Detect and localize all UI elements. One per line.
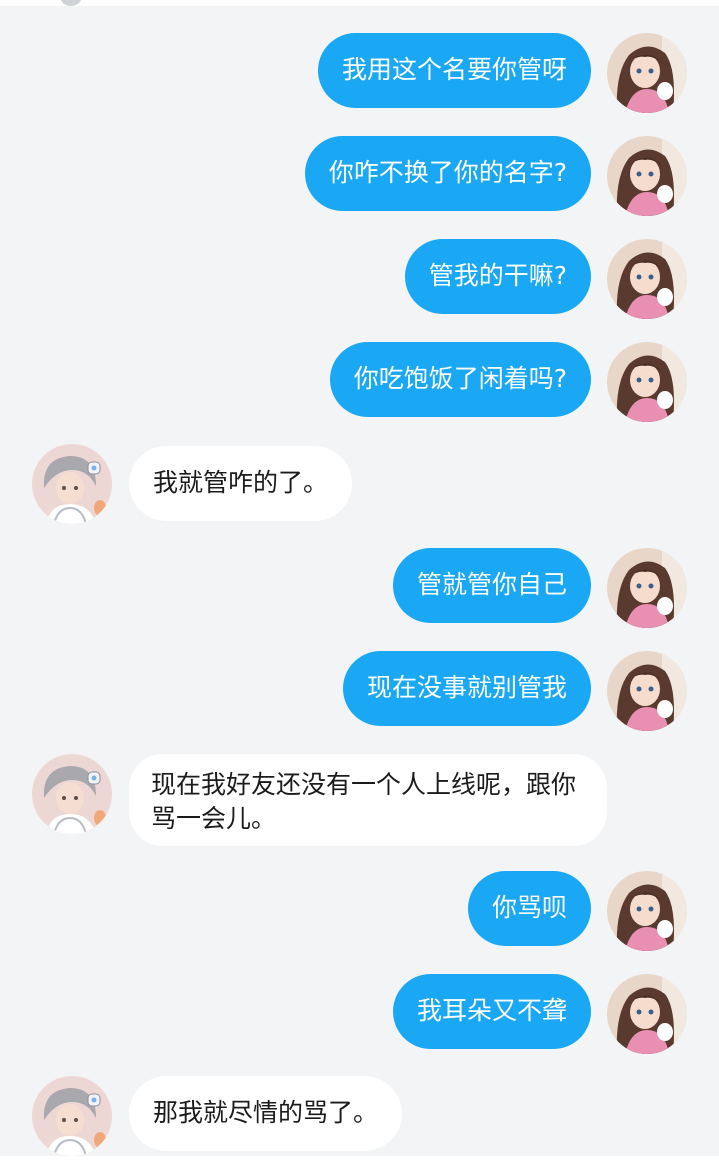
- sent-message-bubble[interactable]: 管就管你自己: [392, 548, 591, 623]
- boy-avatar-icon[interactable]: [32, 1076, 112, 1156]
- sent-message-bubble[interactable]: 我耳朵又不聋: [392, 974, 591, 1049]
- sent-message-bubble[interactable]: 现在没事就别管我: [342, 651, 591, 726]
- received-message-bubble[interactable]: 那我就尽情的骂了。: [129, 1076, 403, 1151]
- girl-avatar-icon[interactable]: [607, 33, 687, 113]
- girl-avatar-icon[interactable]: [607, 871, 687, 951]
- sent-message-bubble[interactable]: 管我的干嘛?: [404, 239, 591, 314]
- received-message-bubble[interactable]: 我就管咋的了。: [129, 446, 353, 521]
- bottom-edge: [0, 1156, 719, 1161]
- girl-avatar-icon[interactable]: [607, 651, 687, 731]
- chat-message-list[interactable]: 我用这个名要你管呀 你咋不换了你的名字? 管我的干嘛? 你吃饱饭了闲着吗? 我就…: [0, 0, 719, 1161]
- sent-message-bubble[interactable]: 我用这个名要你管呀: [317, 33, 591, 108]
- girl-avatar-icon[interactable]: [607, 548, 687, 628]
- girl-avatar-icon[interactable]: [607, 342, 687, 422]
- sent-message-bubble[interactable]: 你咋不换了你的名字?: [304, 136, 591, 211]
- boy-avatar-icon[interactable]: [32, 754, 112, 834]
- received-message-bubble[interactable]: 现在我好友还没有一个人上线呢，跟你骂一会儿。: [129, 754, 607, 846]
- sent-message-bubble[interactable]: 你骂呗: [467, 871, 591, 946]
- girl-avatar-icon[interactable]: [607, 974, 687, 1054]
- girl-avatar-icon[interactable]: [607, 136, 687, 216]
- sent-message-bubble[interactable]: 你吃饱饭了闲着吗?: [329, 342, 591, 417]
- boy-avatar-icon[interactable]: [32, 444, 112, 524]
- girl-avatar-icon[interactable]: [607, 239, 687, 319]
